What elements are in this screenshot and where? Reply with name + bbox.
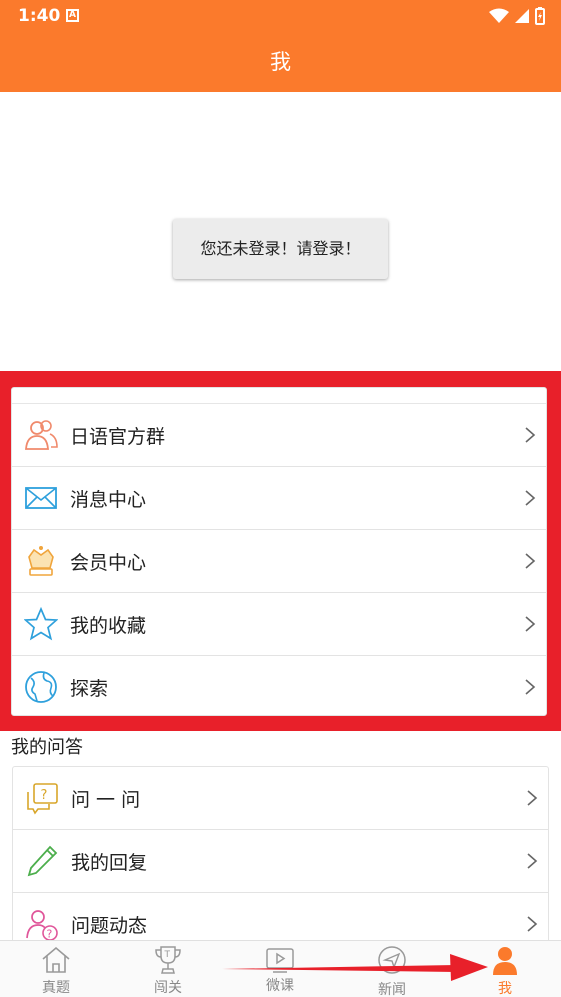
- menu-item-japanese-group[interactable]: 日语官方群: [12, 404, 546, 467]
- highlight-box: 日语官方群 消息中心 会员中心 我的收藏 探索: [0, 371, 561, 731]
- menu-item-message-center[interactable]: 消息中心: [12, 467, 546, 530]
- tab-chuangguan[interactable]: T 闯关: [118, 941, 218, 997]
- qa-item-label: 我的回复: [71, 851, 148, 874]
- chevron-right-icon: [527, 853, 538, 869]
- user-question-icon: ?: [26, 910, 58, 941]
- qa-item-label: 问题动态: [71, 915, 148, 937]
- tab-zhenti[interactable]: 真题: [6, 941, 106, 997]
- menu-item-label: 消息中心: [70, 488, 147, 511]
- mail-icon: [25, 487, 57, 509]
- status-bar: 1:40 A: [0, 0, 561, 32]
- chevron-right-icon: [527, 916, 538, 932]
- section-title-my-qa: 我的问答: [11, 737, 83, 758]
- star-icon: [24, 607, 58, 641]
- login-area: 您还未登录！请登录！: [0, 92, 561, 370]
- notification-icon: A: [66, 9, 79, 22]
- svg-text:T: T: [164, 950, 171, 960]
- chevron-right-icon: [525, 427, 536, 443]
- status-time: 1:40: [18, 6, 61, 26]
- menu-item-explore[interactable]: 探索: [12, 656, 546, 719]
- person-icon: [493, 947, 517, 975]
- chevron-right-icon: [525, 490, 536, 506]
- qa-item-ask[interactable]: ? 问 一 问: [13, 767, 548, 830]
- globe-icon: [25, 671, 57, 703]
- menu-item-label: 探索: [70, 678, 109, 700]
- menu-item-my-favorites[interactable]: 我的收藏: [12, 593, 546, 656]
- battery-icon: [535, 7, 545, 25]
- login-button[interactable]: 您还未登录！请登录！: [173, 219, 388, 279]
- chevron-right-icon: [527, 790, 538, 806]
- question-bubble-icon: ?: [27, 783, 58, 815]
- group-icon: [25, 420, 58, 450]
- trophy-icon: T: [155, 946, 181, 974]
- signal-icon: [515, 9, 529, 23]
- tab-label: 真题: [42, 980, 70, 996]
- chevron-right-icon: [525, 679, 536, 695]
- home-icon: [42, 946, 70, 973]
- menu-item-member-center[interactable]: 会员中心: [12, 530, 546, 593]
- pencil-icon: [27, 845, 58, 877]
- svg-text:?: ?: [41, 788, 48, 803]
- qa-card: ? 问 一 问 我的回复 ? 问题动态: [12, 766, 549, 946]
- tab-label: 闯关: [154, 980, 182, 996]
- page-title: 我: [270, 50, 291, 74]
- title-bar: 我: [0, 32, 561, 92]
- menu-card: 日语官方群 消息中心 会员中心 我的收藏 探索: [11, 387, 547, 716]
- wifi-icon: [489, 8, 509, 23]
- qa-item-question-updates[interactable]: ? 问题动态: [13, 893, 548, 945]
- svg-text:?: ?: [47, 928, 53, 941]
- menu-item-label: 日语官方群: [70, 425, 166, 448]
- chevron-right-icon: [525, 616, 536, 632]
- qa-item-my-replies[interactable]: 我的回复: [13, 830, 548, 893]
- menu-item-label: 我的收藏: [70, 614, 147, 637]
- status-icons: [489, 7, 545, 25]
- qa-item-label: 问 一 问: [71, 788, 141, 811]
- arrow-annotation-icon: [222, 954, 488, 981]
- crown-icon: [28, 546, 54, 576]
- menu-item-label: 会员中心: [70, 551, 147, 574]
- chevron-right-icon: [525, 553, 536, 569]
